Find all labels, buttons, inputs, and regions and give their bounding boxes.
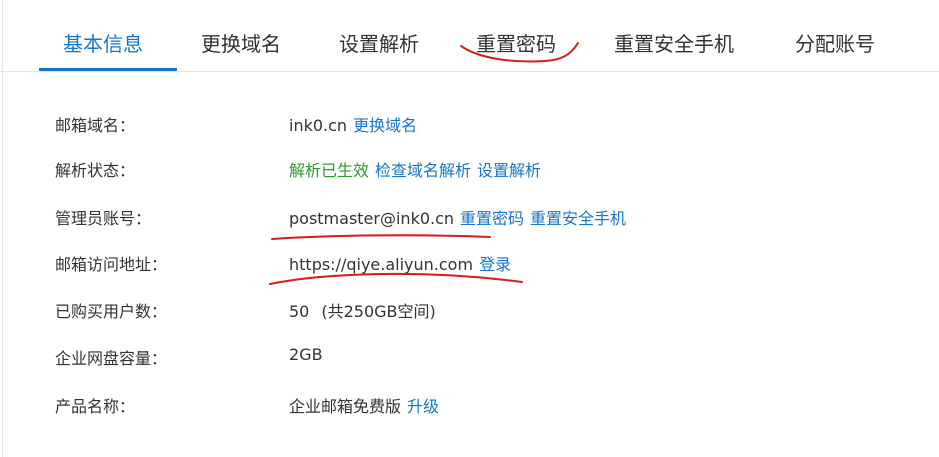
access-url-row: https://qiye.aliyun.com 登录 xyxy=(289,251,511,275)
domain-label: 邮箱域名： xyxy=(55,116,136,135)
reset-security-phone-link[interactable]: 重置安全手机 xyxy=(530,209,626,228)
product-label: 产品名称： xyxy=(55,397,136,416)
disk-value: 2GB xyxy=(289,345,323,364)
tab-set-dns[interactable]: 设置解析 xyxy=(339,0,419,71)
upgrade-link[interactable]: 升级 xyxy=(407,397,439,416)
set-dns-link[interactable]: 设置解析 xyxy=(477,161,541,180)
users-storage-detail: (共250GB空间) xyxy=(321,302,436,321)
access-url-value: https://qiye.aliyun.com xyxy=(289,255,474,274)
admin-account-label: 管理员账号： xyxy=(55,209,152,228)
admin-account-row: postmaster@ink0.cn 重置密码 重置安全手机 xyxy=(289,205,626,229)
dns-status-row: 解析已生效 检查域名解析 设置解析 xyxy=(289,157,541,181)
active-tab-indicator xyxy=(39,68,177,71)
tab-reset-password[interactable]: 重置密码 xyxy=(476,0,556,71)
tab-reset-security-phone[interactable]: 重置安全手机 xyxy=(614,0,734,71)
domain-row: ink0.cn 更换域名 xyxy=(289,112,417,136)
tab-basic-info[interactable]: 基本信息 xyxy=(63,0,143,71)
check-dns-link[interactable]: 检查域名解析 xyxy=(375,161,471,180)
tab-bar: 基本信息 更换域名 设置解析 重置密码 重置安全手机 分配账号 xyxy=(0,0,939,72)
change-domain-link[interactable]: 更换域名 xyxy=(353,116,417,135)
product-value: 企业邮箱免费版 xyxy=(289,397,402,416)
users-row: 50 (共250GB空间) xyxy=(289,298,436,322)
tab-change-domain[interactable]: 更换域名 xyxy=(201,0,281,71)
domain-value: ink0.cn xyxy=(289,116,348,135)
access-url-label: 邮箱访问地址： xyxy=(55,255,168,274)
login-link[interactable]: 登录 xyxy=(479,255,511,274)
users-count: 50 xyxy=(289,302,310,321)
reset-password-link[interactable]: 重置密码 xyxy=(460,209,524,228)
dns-status-value: 解析已生效 xyxy=(289,161,370,180)
dns-status-label: 解析状态： xyxy=(55,161,136,180)
admin-account-value: postmaster@ink0.cn xyxy=(289,209,455,228)
users-label: 已购买用户数： xyxy=(55,302,168,321)
tab-assign-account[interactable]: 分配账号 xyxy=(795,0,875,71)
annotation-underline-access-url xyxy=(269,272,523,285)
product-row: 企业邮箱免费版 升级 xyxy=(289,393,439,417)
annotation-underline-admin-account xyxy=(271,234,491,240)
disk-label: 企业网盘容量： xyxy=(55,349,168,368)
